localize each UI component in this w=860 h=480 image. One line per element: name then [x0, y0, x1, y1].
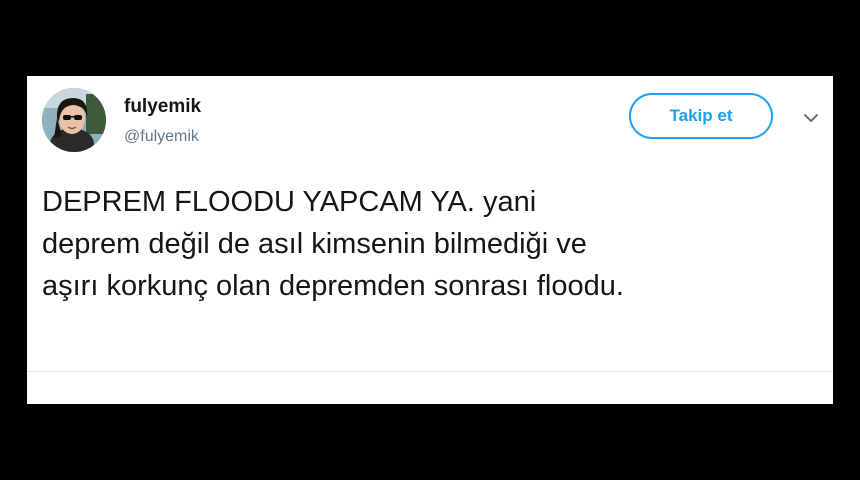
follow-button-label: Takip et — [669, 106, 733, 125]
tweet-text-line: aşırı korkunç olan depremden sonrası flo… — [42, 270, 624, 302]
chevron-down-icon[interactable] — [802, 112, 820, 124]
tweet-text-line: DEPREM FLOODU YAPCAM YA. yani — [42, 186, 537, 218]
profile-photo-icon — [42, 88, 106, 152]
display-name[interactable]: fulyemik — [124, 96, 201, 118]
tweet-card: fulyemik @fulyemik Takip et DEPREM FLOOD… — [27, 76, 833, 404]
tweet-text-line: deprem değil de asıl kimsenin bilmediği … — [42, 228, 587, 260]
divider — [27, 371, 833, 372]
avatar[interactable] — [42, 88, 106, 152]
user-handle[interactable]: @fulyemik — [124, 128, 199, 146]
tweet-text: DEPREM FLOODU YAPCAM YA. yani deprem değ… — [42, 181, 822, 307]
screenshot-frame: fulyemik @fulyemik Takip et DEPREM FLOOD… — [0, 0, 860, 480]
follow-button[interactable]: Takip et — [629, 93, 773, 139]
